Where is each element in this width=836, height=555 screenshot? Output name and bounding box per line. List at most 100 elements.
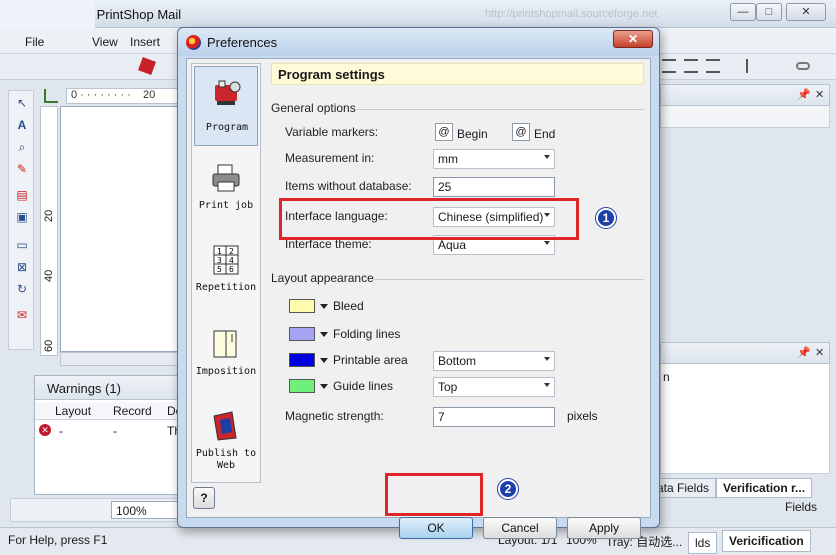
highlight-ok-box	[385, 473, 483, 516]
general-options-rule	[357, 109, 644, 110]
step-badge-1: 1	[596, 208, 616, 228]
help-button[interactable]: ?	[193, 487, 215, 509]
nav-publish-web-label: Publish to Web	[194, 448, 258, 472]
col-layout[interactable]: Layout	[55, 404, 91, 418]
error-icon: ✕	[39, 424, 51, 436]
bleed-dropdown-icon[interactable]	[320, 304, 328, 309]
minimize-button[interactable]: —	[730, 3, 756, 21]
pointer-tool-icon[interactable]: ↖	[14, 95, 30, 111]
warnings-panel: Warnings (1) Layout Record De ✕ - - Th	[34, 375, 182, 495]
folding-lines-color-picker[interactable]	[289, 327, 315, 341]
dialog-titlebar: Preferences ✕	[178, 28, 659, 56]
general-options-label: General options	[271, 101, 356, 115]
svg-text:2: 2	[229, 247, 234, 256]
menu-view[interactable]: View	[92, 35, 118, 49]
ok-button[interactable]: OK	[399, 517, 473, 539]
toolbar-link-icon[interactable]	[796, 62, 810, 70]
pdf-tool-icon[interactable]: ▤	[14, 187, 30, 203]
items-without-db-label: Items without database:	[285, 179, 412, 193]
highlight-language-box	[279, 198, 579, 240]
toolbar-pen-icon[interactable]	[138, 57, 156, 75]
bleed-color-picker[interactable]	[289, 299, 315, 313]
toolbar-align3-icon[interactable]	[706, 59, 720, 73]
nav-imposition[interactable]: Imposition	[194, 318, 258, 398]
ruler-mark-20: 20	[43, 209, 55, 222]
toolbar-align2-icon[interactable]	[684, 59, 698, 73]
zoom-tool-icon[interactable]: ⌕	[14, 139, 30, 155]
layout-canvas[interactable]	[60, 106, 180, 352]
guide-lines-value: Top	[438, 380, 458, 394]
printer-icon	[212, 164, 240, 192]
app-title-text: PrintShop Mail	[96, 7, 182, 22]
measurement-select[interactable]: mm	[433, 149, 555, 169]
begin-marker-field[interactable]: @	[435, 123, 453, 141]
bottom-toolbar: 100%	[10, 498, 180, 522]
right-mid-panel-header: 📌 ✕	[660, 342, 830, 364]
menu-file[interactable]: File	[25, 35, 44, 49]
nav-print-job-label: Print job	[198, 200, 254, 211]
ruler-mark-60: 60	[43, 339, 55, 352]
nav-program[interactable]: Program	[194, 66, 258, 146]
guide-lines-dropdown-icon[interactable]	[320, 384, 328, 389]
eyedropper-tool-icon[interactable]: ✎	[14, 161, 30, 177]
nav-repetition[interactable]: 1 2 3 4 5 6 Repetition	[194, 234, 258, 314]
zoom-select[interactable]: 100%	[111, 501, 179, 519]
canvas-hscroll[interactable]	[60, 352, 180, 366]
printable-area-color-picker[interactable]	[289, 353, 315, 367]
right-top-panel-body	[660, 106, 830, 128]
cancel-button[interactable]: Cancel	[483, 517, 557, 539]
folding-lines-dropdown-icon[interactable]	[320, 332, 328, 337]
toolbar-indent-icon[interactable]	[746, 59, 760, 73]
program-settings-content: Program settings General options Variabl…	[271, 63, 646, 483]
mail-tool-icon[interactable]: ✉	[14, 307, 30, 323]
maximize-button[interactable]: □	[756, 3, 782, 21]
crop-tool-icon[interactable]	[44, 89, 58, 103]
ruler-mark-40: 40	[43, 269, 55, 282]
warning-row[interactable]: ✕ - - Th	[35, 422, 181, 440]
toolbar-align-icon[interactable]	[662, 59, 676, 73]
panel-pin-icon-2[interactable]: 📌	[797, 346, 811, 359]
interface-theme-value: Aqua	[438, 238, 467, 252]
nav-imposition-label: Imposition	[195, 366, 257, 377]
apply-button[interactable]: Apply	[567, 517, 641, 539]
tab-verification[interactable]: Verification r...	[716, 478, 813, 498]
svg-text:3: 3	[217, 256, 222, 265]
bottom-tab-lds[interactable]: lds	[688, 532, 718, 554]
program-icon	[215, 80, 241, 105]
image-tool-icon[interactable]: ▣	[14, 209, 30, 225]
svg-text:5: 5	[217, 265, 222, 274]
printable-area-select[interactable]: Bottom	[433, 351, 555, 371]
dialog-body: Program Print job 1 2 3 4 5 6 Repetition…	[186, 58, 651, 539]
items-without-db-input[interactable]: 25	[433, 177, 555, 197]
ruler-top-label: 20	[143, 89, 156, 101]
menu-insert[interactable]: Insert	[130, 35, 160, 49]
guide-lines-label: Guide lines	[333, 379, 394, 393]
guide-lines-color-picker[interactable]	[289, 379, 315, 393]
refresh-tool-icon[interactable]: ↻	[14, 281, 30, 297]
printable-area-dropdown-icon[interactable]	[320, 358, 328, 363]
magnetic-strength-input[interactable]: 7	[433, 407, 555, 427]
end-marker-label: End	[534, 127, 556, 141]
textbox-tool-icon[interactable]: ▭	[14, 237, 30, 253]
dialog-close-button[interactable]: ✕	[613, 30, 653, 48]
step-badge-2: 2	[498, 479, 518, 499]
nav-print-job[interactable]: Print job	[194, 152, 258, 232]
chevron-down-icon	[544, 155, 550, 159]
panel-pin-icon[interactable]: 📌	[797, 88, 811, 101]
nav-program-label: Program	[205, 122, 249, 133]
nav-publish-web[interactable]: Publish to Web	[194, 400, 258, 480]
right-tabs: ata Fields Verification r...	[650, 476, 832, 498]
text-tool-icon[interactable]: A	[14, 117, 30, 133]
guide-lines-select[interactable]: Top	[433, 377, 555, 397]
section-title: Program settings	[271, 63, 644, 85]
bottom-tab-verification[interactable]: Vericification	[722, 530, 811, 552]
folding-lines-label: Folding lines	[333, 327, 401, 341]
col-record[interactable]: Record	[113, 404, 152, 418]
panel-close-icon[interactable]: ✕	[815, 88, 824, 101]
app-titlebar: U PrintShop Mail http://printshopmail.so…	[0, 0, 836, 28]
panel-close-icon-2[interactable]: ✕	[815, 346, 824, 359]
svg-text:1: 1	[217, 247, 222, 256]
frame-tool-icon[interactable]: ⊠	[14, 259, 30, 275]
end-marker-field[interactable]: @	[512, 123, 530, 141]
close-button[interactable]: ✕	[786, 3, 826, 21]
